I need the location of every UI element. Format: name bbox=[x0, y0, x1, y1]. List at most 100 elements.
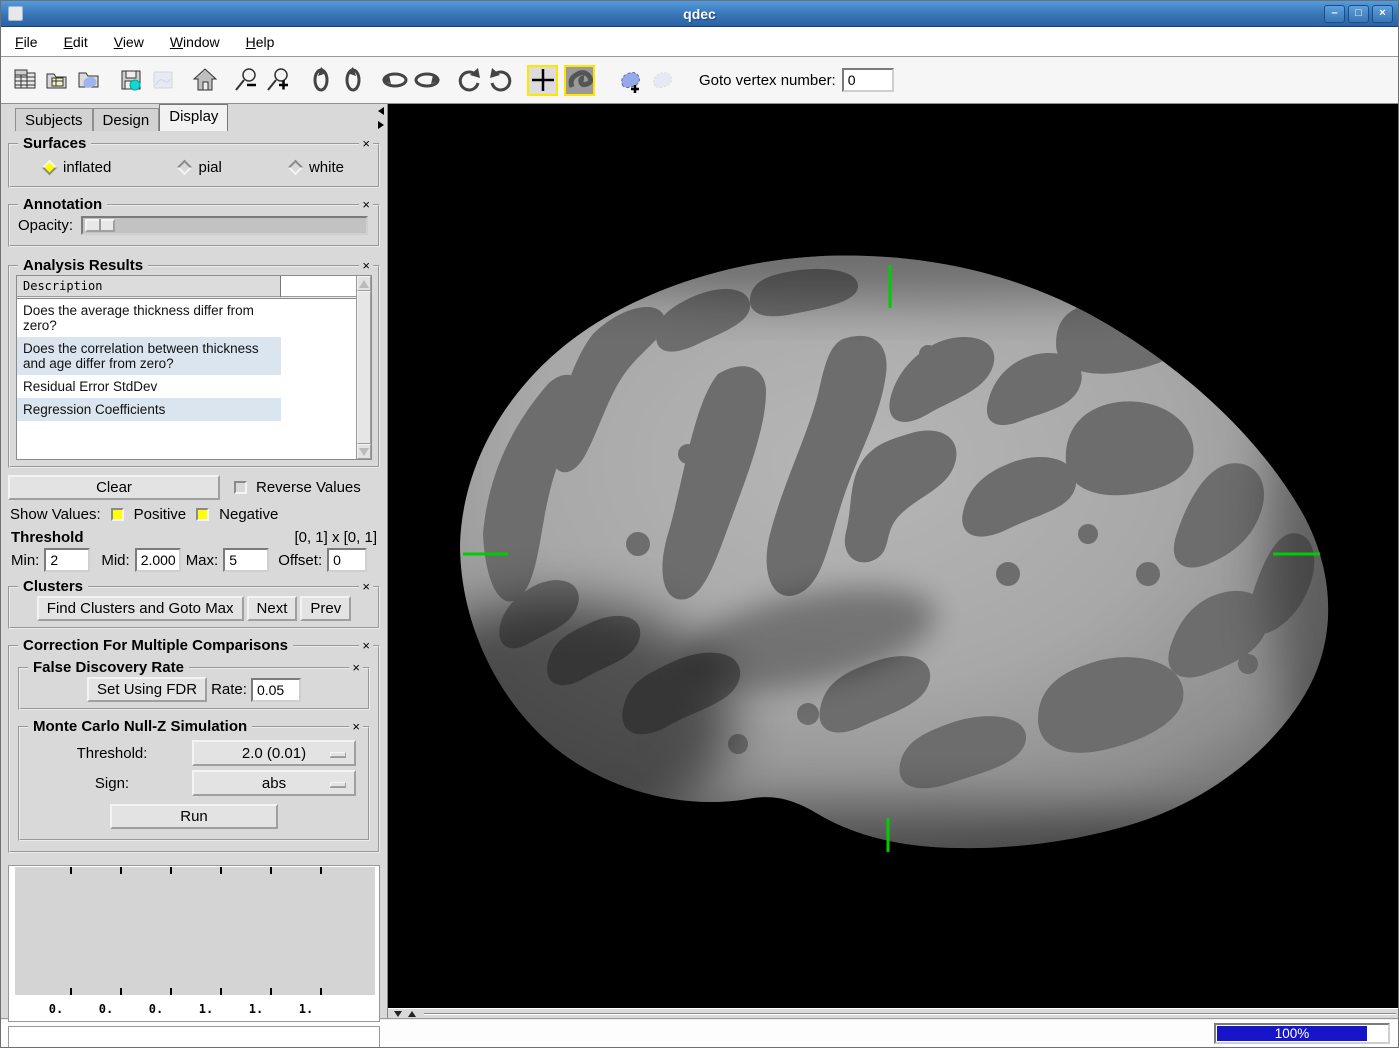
run-simulation-button[interactable]: Run bbox=[110, 804, 278, 829]
menu-edit[interactable]: Edit bbox=[64, 34, 88, 50]
negative-checkbox[interactable] bbox=[196, 508, 209, 521]
folder-table-icon bbox=[44, 67, 70, 93]
analysis-results-group: Analysis Results × Description Does the … bbox=[8, 265, 380, 468]
rotate-left-button[interactable] bbox=[305, 64, 337, 96]
save-button[interactable] bbox=[115, 64, 147, 96]
analysis-row[interactable]: Does the average thickness differ from z… bbox=[17, 299, 281, 337]
remove-label-button[interactable] bbox=[645, 64, 677, 96]
tab-display[interactable]: Display bbox=[159, 104, 228, 131]
add-label-icon bbox=[615, 66, 643, 94]
show-curvature-button[interactable] bbox=[564, 65, 595, 96]
scroll-up-icon[interactable] bbox=[357, 276, 371, 291]
correction-group: Correction For Multiple Comparisons × Fa… bbox=[8, 645, 380, 853]
fdr-close-icon[interactable]: × bbox=[349, 660, 363, 675]
analysis-scrollbar[interactable] bbox=[356, 276, 371, 459]
load-data-table-button[interactable] bbox=[9, 64, 41, 96]
tab-subjects[interactable]: Subjects bbox=[15, 108, 93, 131]
crosshair-icon bbox=[530, 67, 556, 93]
load-label-button[interactable] bbox=[73, 64, 105, 96]
surfaces-close-icon[interactable]: × bbox=[359, 136, 373, 151]
radio-white[interactable]: white bbox=[290, 159, 344, 176]
sash-collapse-icon[interactable] bbox=[394, 1011, 402, 1017]
histogram-plot-area bbox=[15, 867, 375, 995]
minimize-button[interactable]: – bbox=[1324, 5, 1345, 23]
data-table-icon bbox=[12, 67, 38, 93]
threshold-offset-input[interactable] bbox=[327, 548, 367, 572]
threshold-mid-input[interactable] bbox=[135, 548, 181, 572]
maximize-button[interactable]: □ bbox=[1348, 5, 1369, 23]
clear-button[interactable]: Clear bbox=[8, 475, 220, 500]
close-button[interactable]: × bbox=[1372, 5, 1393, 23]
find-clusters-button[interactable]: Find Clusters and Goto Max bbox=[37, 596, 244, 621]
folder-label-icon bbox=[76, 67, 102, 93]
tab-scroll-right-icon[interactable] bbox=[378, 121, 384, 129]
fdr-rate-input[interactable] bbox=[251, 678, 301, 702]
load-project-button[interactable] bbox=[41, 64, 73, 96]
rotate-up-button[interactable] bbox=[379, 64, 411, 96]
radio-pial[interactable]: pial bbox=[179, 159, 221, 176]
clusters-title: Clusters bbox=[18, 578, 88, 595]
menu-view[interactable]: View bbox=[114, 34, 144, 50]
reverse-values-checkbox[interactable]: Reverse Values bbox=[234, 479, 361, 496]
analysis-results-close-icon[interactable]: × bbox=[359, 258, 373, 273]
mc-threshold-dropdown[interactable]: 2.0 (0.01) bbox=[192, 740, 356, 766]
radio-indicator-icon bbox=[42, 160, 58, 176]
analysis-row[interactable]: Regression Coefficients bbox=[17, 398, 281, 421]
rotate-down-button[interactable] bbox=[411, 64, 443, 96]
add-label-button[interactable] bbox=[613, 64, 645, 96]
menu-file[interactable]: File bbox=[15, 34, 38, 50]
threshold-max-input[interactable] bbox=[223, 548, 269, 572]
threshold-range-label: [0, 1] x [0, 1] bbox=[294, 529, 377, 546]
zoom-out-button[interactable] bbox=[231, 64, 263, 96]
opacity-slider[interactable] bbox=[81, 216, 368, 235]
tab-design[interactable]: Design bbox=[93, 108, 160, 131]
spin-cw-button[interactable] bbox=[485, 64, 517, 96]
analysis-row[interactable]: Residual Error StdDev bbox=[17, 375, 281, 398]
select-vertex-tool-button[interactable] bbox=[527, 65, 558, 96]
correction-close-icon[interactable]: × bbox=[359, 638, 373, 653]
analysis-row[interactable]: Does the correlation between thickness a… bbox=[17, 337, 281, 375]
home-icon bbox=[192, 67, 218, 93]
clusters-close-icon[interactable]: × bbox=[359, 579, 373, 594]
zoom-in-button[interactable] bbox=[263, 64, 295, 96]
prev-cluster-button[interactable]: Prev bbox=[300, 596, 351, 621]
surfaces-group: Surfaces × inflated pial white bbox=[8, 143, 380, 188]
rotate-down-icon bbox=[414, 67, 440, 93]
menu-window[interactable]: Window bbox=[170, 34, 220, 50]
annotation-close-icon[interactable]: × bbox=[359, 197, 373, 212]
save-snapshot-button[interactable] bbox=[147, 64, 179, 96]
next-cluster-button[interactable]: Next bbox=[247, 596, 298, 621]
threshold-title: Threshold bbox=[11, 529, 84, 546]
surface-view[interactable] bbox=[388, 104, 1398, 1018]
opacity-slider-handle[interactable] bbox=[85, 219, 115, 232]
monte-carlo-close-icon[interactable]: × bbox=[349, 719, 363, 734]
tab-scroll-left-icon[interactable] bbox=[378, 107, 384, 115]
mc-sign-dropdown[interactable]: abs bbox=[192, 770, 356, 796]
dropdown-indicator-icon bbox=[330, 782, 346, 787]
description-column-header[interactable]: Description bbox=[17, 276, 281, 298]
negative-label: Negative bbox=[219, 506, 278, 523]
checkbox-indicator-icon bbox=[234, 481, 247, 494]
radio-inflated[interactable]: inflated bbox=[44, 159, 111, 176]
goto-vertex-input[interactable] bbox=[842, 68, 894, 92]
rotate-right-button[interactable] bbox=[337, 64, 369, 96]
snapshot-icon bbox=[150, 67, 176, 93]
max-label: Max: bbox=[186, 552, 219, 569]
rate-label: Rate: bbox=[211, 681, 247, 698]
threshold-min-input[interactable] bbox=[44, 548, 90, 572]
histogram-plot: 0. 0. 0. 1. 1. 1. bbox=[8, 865, 380, 1022]
set-using-fdr-button[interactable]: Set Using FDR bbox=[87, 677, 207, 702]
sash-expand-icon[interactable] bbox=[408, 1011, 416, 1017]
scroll-thumb[interactable] bbox=[357, 291, 371, 444]
menu-help[interactable]: Help bbox=[246, 34, 275, 50]
fdr-title: False Discovery Rate bbox=[28, 659, 189, 676]
window-title: qdec bbox=[1, 6, 1398, 22]
view-bottom-sash[interactable] bbox=[388, 1008, 1398, 1018]
positive-checkbox[interactable] bbox=[111, 508, 124, 521]
fdr-group: False Discovery Rate × Set Using FDR Rat… bbox=[18, 667, 370, 710]
home-view-button[interactable] bbox=[189, 64, 221, 96]
spin-ccw-button[interactable] bbox=[453, 64, 485, 96]
hist-tick-label: 0. bbox=[99, 1002, 113, 1016]
scroll-down-icon[interactable] bbox=[357, 444, 371, 459]
spin-ccw-icon bbox=[456, 67, 482, 93]
